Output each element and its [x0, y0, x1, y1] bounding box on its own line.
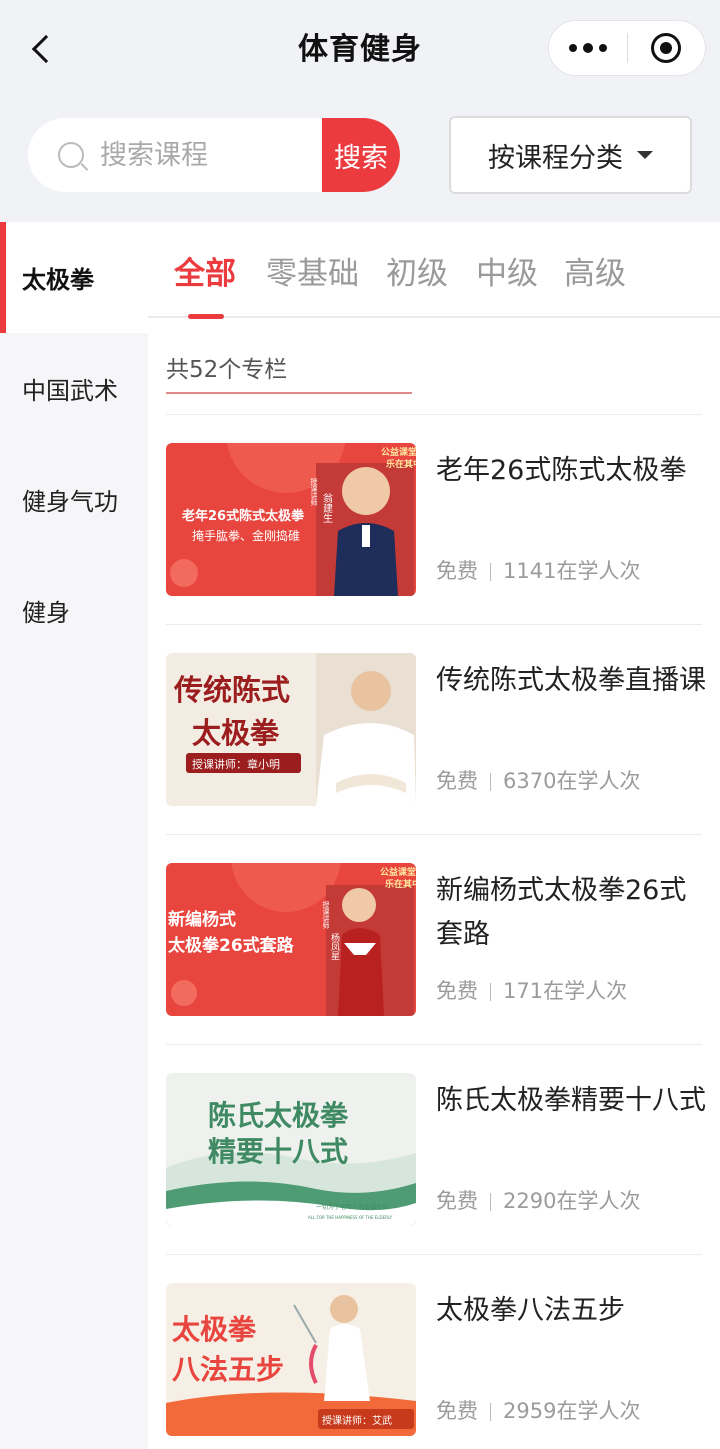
thumb-line2: 掩手肱拳、金刚捣碓 [192, 528, 300, 543]
thumb-caption: 一切为了老年人的幸福生活 [316, 1203, 388, 1211]
course-learners: 6370在学人次 [503, 769, 641, 793]
course-title: 传统陈式太极拳直播课 [436, 665, 706, 696]
thumb-line2: 精要十八式 [208, 1135, 348, 1168]
caret-down-icon [637, 151, 653, 159]
course-learners: 2959在学人次 [503, 1399, 641, 1423]
course-item[interactable]: 老年26式陈式太极拳 掩手肱拳、金刚捣碓 授课讲师 翁建生 公益课堂 乐在其中 … [166, 414, 702, 624]
top-nav-bar: 体育健身 [0, 0, 720, 100]
course-learners: 2290在学人次 [503, 1189, 641, 1213]
thumb-badge2: 乐在其中 [385, 878, 416, 890]
thumb-teacher-label: 授课讲师 [322, 900, 330, 930]
thumb-line1: 老年26式陈式太极拳 [181, 508, 305, 524]
tab-all[interactable]: 全部 [174, 248, 236, 319]
sidebar-item-qigong[interactable]: 健身气功 [0, 444, 148, 555]
search-row: 搜索 按课程分类 [0, 100, 720, 222]
course-price: 免费 [436, 979, 478, 1003]
course-thumbnail: 陈氏太极拳 精要十八式 一切为了老年人的幸福生活 ALL FOR THE HAP… [166, 1073, 416, 1226]
course-meta: 免费 1141在学人次 [436, 555, 640, 585]
sidebar-item-taichi[interactable]: 太极拳 [0, 222, 148, 333]
mini-program-capsule [548, 20, 706, 76]
course-meta: 免费 171在学人次 [436, 975, 627, 1005]
category-sidebar: 太极拳 中国武术 健身气功 健身 [0, 222, 148, 1449]
thumb-line2: 太极拳26式套路 [168, 935, 295, 956]
search-button[interactable]: 搜索 [322, 118, 400, 192]
meta-divider [490, 773, 491, 791]
course-price: 免费 [436, 1189, 478, 1213]
course-title: 新编杨式太极拳26式套路 [436, 875, 687, 950]
thumb-badge2: 乐在其中 [386, 458, 416, 470]
tab-advanced[interactable]: 高级 [564, 248, 626, 293]
course-panel: 全部 零基础 初级 中级 高级 共52个专栏 老年26式陈式太极拳 掩手肱拳、金… [148, 222, 720, 1449]
thumb-teacher: 授课讲师：艾武 [322, 1414, 392, 1427]
level-tabs: 全部 零基础 初级 中级 高级 [148, 222, 720, 319]
course-price: 免费 [436, 769, 478, 793]
meta-divider [490, 1193, 491, 1211]
tab-elementary[interactable]: 初级 [386, 248, 448, 293]
course-thumbnail: 新编杨式 太极拳26式套路 授课讲师 杨凤星 公益课堂 乐在其中 [166, 863, 416, 1016]
thumb-badge1: 公益课堂 [380, 866, 416, 878]
course-thumbnail: 太极拳 八法五步 授课讲师：艾武 [166, 1283, 416, 1436]
thumb-line2: 太极拳 [192, 716, 280, 750]
thumb-line1: 太极拳 [172, 1313, 257, 1346]
more-dots-icon[interactable] [549, 21, 627, 75]
course-price: 免费 [436, 1399, 478, 1423]
search-icon [58, 142, 84, 168]
course-title: 太极拳八法五步 [436, 1295, 625, 1326]
thumb-teacher: 杨凤星 [329, 932, 340, 960]
column-count: 共52个专栏 [166, 350, 412, 394]
thumb-line1: 陈氏太极拳 [208, 1099, 349, 1132]
thumb-teacher: 翁建生 [321, 492, 333, 523]
course-item[interactable]: 陈氏太极拳 精要十八式 一切为了老年人的幸福生活 ALL FOR THE HAP… [166, 1044, 706, 1254]
course-price: 免费 [436, 559, 478, 583]
tab-beginner-zero[interactable]: 零基础 [266, 248, 359, 293]
meta-divider [490, 1403, 491, 1421]
search-input[interactable] [100, 139, 300, 171]
course-meta: 免费 2290在学人次 [436, 1185, 640, 1215]
course-item[interactable]: 新编杨式 太极拳26式套路 授课讲师 杨凤星 公益课堂 乐在其中 新编杨式太极拳… [166, 834, 702, 1044]
tab-intermediate[interactable]: 中级 [476, 248, 538, 293]
course-thumbnail: 传统陈式 太极拳 授课讲师：章小明 [166, 653, 416, 806]
course-learners: 1141在学人次 [503, 559, 641, 583]
category-dropdown[interactable]: 按课程分类 [449, 116, 692, 194]
meta-divider [490, 563, 491, 581]
course-title: 老年26式陈式太极拳 [436, 455, 687, 486]
thumb-line1: 传统陈式 [173, 673, 290, 707]
thumb-line1: 新编杨式 [168, 909, 236, 930]
sidebar-item-martial-arts[interactable]: 中国武术 [0, 333, 148, 444]
category-dropdown-label: 按课程分类 [488, 142, 623, 174]
course-title: 陈氏太极拳精要十八式 [436, 1085, 706, 1116]
course-list: 老年26式陈式太极拳 掩手肱拳、金刚捣碓 授课讲师 翁建生 公益课堂 乐在其中 … [166, 414, 706, 1449]
sidebar-item-fitness[interactable]: 健身 [0, 555, 148, 666]
course-thumbnail: 老年26式陈式太极拳 掩手肱拳、金刚捣碓 授课讲师 翁建生 公益课堂 乐在其中 [166, 443, 416, 596]
thumb-teacher-label: 授课讲师 [310, 477, 318, 507]
thumb-teacher: 授课讲师：章小明 [192, 757, 280, 771]
course-item[interactable]: 传统陈式 太极拳 授课讲师：章小明 传统陈式太极拳直播课 免费 6370在学人次 [166, 624, 706, 834]
thumb-line2: 八法五步 [172, 1353, 284, 1386]
close-target-icon[interactable] [628, 21, 706, 75]
meta-divider [490, 983, 491, 1001]
course-meta: 免费 6370在学人次 [436, 765, 640, 795]
course-item[interactable]: 太极拳 八法五步 授课讲师：艾武 太极拳八法五步 免费 2959在学人次 [166, 1254, 702, 1449]
course-learners: 171在学人次 [503, 979, 628, 1003]
thumb-caption-en: ALL FOR THE HAPPINESS OF THE ELDERLY [308, 1215, 393, 1220]
thumb-badge1: 公益课堂 [381, 446, 416, 458]
course-meta: 免费 2959在学人次 [436, 1395, 640, 1425]
